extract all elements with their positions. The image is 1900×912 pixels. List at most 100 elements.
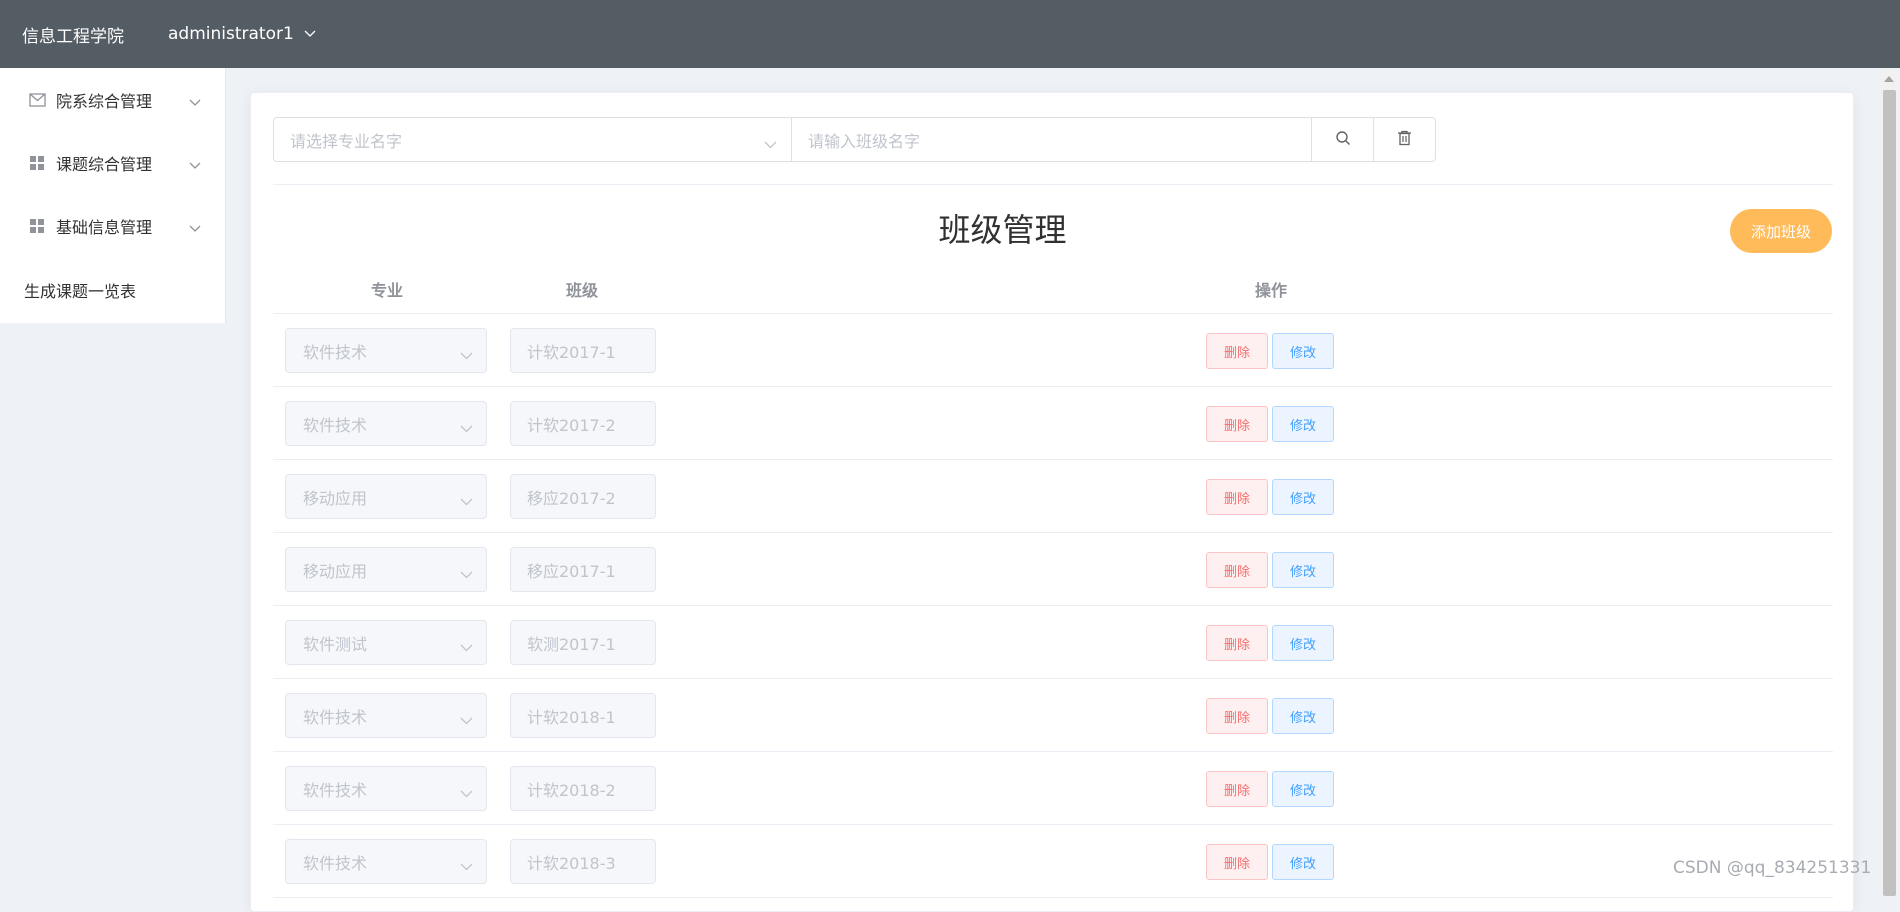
chevron-down-icon bbox=[189, 92, 201, 111]
major-value: 软件技术 bbox=[303, 415, 368, 435]
class-value: 计软2018-1 bbox=[527, 707, 616, 727]
brand-title: 信息工程学院 bbox=[22, 26, 124, 47]
class-input[interactable]: 移应2017-1 bbox=[510, 547, 656, 592]
clear-button[interactable] bbox=[1374, 117, 1436, 162]
edit-button[interactable]: 修改 bbox=[1272, 698, 1334, 734]
delete-button[interactable]: 删除 bbox=[1206, 406, 1268, 442]
column-header-major: 专业 bbox=[371, 280, 404, 300]
add-class-button[interactable]: 添加班级 bbox=[1730, 209, 1832, 253]
class-value: 计软2018-2 bbox=[527, 780, 616, 800]
sidebar-item-label: 课题综合管理 bbox=[56, 154, 153, 174]
chevron-down-icon bbox=[460, 710, 473, 729]
watermark: CSDN @qq_834251331 bbox=[1673, 858, 1872, 878]
edit-button[interactable]: 修改 bbox=[1272, 771, 1334, 807]
class-input[interactable]: 移应2017-2 bbox=[510, 474, 656, 519]
scroll-up-arrow-icon[interactable] bbox=[1884, 76, 1894, 82]
table-row: 软件技术 计软2017-2 删除 修改 bbox=[273, 387, 1833, 460]
sidebar-item-label: 基础信息管理 bbox=[56, 217, 153, 237]
major-select-placeholder: 请选择专业名字 bbox=[290, 131, 403, 151]
major-select[interactable]: 软件技术 bbox=[285, 401, 487, 446]
sidebar-item-basic-info[interactable]: 基础信息管理 bbox=[0, 194, 225, 257]
sidebar-item-topic-list[interactable]: 生成课题一览表 bbox=[0, 257, 225, 323]
major-select[interactable]: 软件技术 bbox=[285, 766, 487, 811]
delete-button[interactable]: 删除 bbox=[1206, 698, 1268, 734]
chevron-down-icon bbox=[764, 134, 777, 153]
page-title: 班级管理 bbox=[938, 211, 1067, 249]
scrollbar-thumb[interactable] bbox=[1883, 90, 1896, 896]
chevron-down-icon bbox=[304, 30, 316, 38]
major-value: 软件技术 bbox=[303, 780, 368, 800]
grid-icon bbox=[28, 217, 46, 235]
edit-button[interactable]: 修改 bbox=[1272, 406, 1334, 442]
top-header: 信息工程学院 administrator1 bbox=[0, 0, 1900, 68]
search-button[interactable] bbox=[1312, 117, 1374, 162]
delete-button[interactable]: 删除 bbox=[1206, 333, 1268, 369]
delete-button[interactable]: 删除 bbox=[1206, 552, 1268, 588]
table-header: 专业 班级 操作 bbox=[273, 263, 1833, 314]
user-name: administrator1 bbox=[168, 24, 294, 44]
table-row: 软件测试 软测2017-1 删除 修改 bbox=[273, 606, 1833, 679]
major-value: 移动应用 bbox=[303, 561, 368, 581]
chevron-down-icon bbox=[460, 637, 473, 656]
class-value: 软测2017-1 bbox=[527, 634, 616, 654]
class-value: 移应2017-1 bbox=[527, 561, 616, 581]
edit-button[interactable]: 修改 bbox=[1272, 479, 1334, 515]
edit-button[interactable]: 修改 bbox=[1272, 333, 1334, 369]
delete-button[interactable]: 删除 bbox=[1206, 844, 1268, 880]
table-row: 软件技术 计软2018-3 删除 修改 bbox=[273, 825, 1833, 898]
trash-icon bbox=[1397, 130, 1412, 150]
major-select[interactable]: 软件测试 bbox=[285, 620, 487, 665]
major-value: 软件技术 bbox=[303, 707, 368, 727]
table-row: 移动应用 移应2017-2 删除 修改 bbox=[273, 460, 1833, 533]
class-input[interactable]: 计软2018-2 bbox=[510, 766, 656, 811]
class-input[interactable]: 计软2017-1 bbox=[510, 328, 656, 373]
chevron-down-icon bbox=[460, 418, 473, 437]
sidebar-item-label: 院系综合管理 bbox=[56, 91, 153, 111]
sidebar-item-department[interactable]: 院系综合管理 bbox=[0, 68, 225, 131]
sidebar-item-topics[interactable]: 课题综合管理 bbox=[0, 131, 225, 194]
class-value: 计软2018-3 bbox=[527, 853, 616, 873]
major-value: 软件技术 bbox=[303, 342, 368, 362]
class-input[interactable]: 计软2018-1 bbox=[510, 693, 656, 738]
table-row: 软件技术 计软2017-1 删除 修改 bbox=[273, 314, 1833, 387]
class-name-placeholder: 请输入班级名字 bbox=[808, 131, 921, 151]
sidebar-item-label: 生成课题一览表 bbox=[24, 282, 137, 301]
table-row: 软件技术 计软2018-1 删除 修改 bbox=[273, 679, 1833, 752]
delete-button[interactable]: 删除 bbox=[1206, 771, 1268, 807]
major-select[interactable]: 软件技术 bbox=[285, 328, 487, 373]
message-icon bbox=[28, 91, 46, 109]
major-select[interactable]: 请选择专业名字 bbox=[273, 117, 792, 162]
edit-button[interactable]: 修改 bbox=[1272, 625, 1334, 661]
chevron-down-icon bbox=[460, 491, 473, 510]
column-header-actions: 操作 bbox=[1255, 280, 1288, 300]
edit-button[interactable]: 修改 bbox=[1272, 844, 1334, 880]
class-name-input[interactable]: 请输入班级名字 bbox=[792, 117, 1312, 162]
major-select[interactable]: 移动应用 bbox=[285, 547, 487, 592]
edit-button[interactable]: 修改 bbox=[1272, 552, 1334, 588]
table-row: 移动应用 移应2017-1 删除 修改 bbox=[273, 533, 1833, 606]
major-value: 软件测试 bbox=[303, 634, 368, 654]
class-input[interactable]: 计软2017-2 bbox=[510, 401, 656, 446]
class-input[interactable]: 软测2017-1 bbox=[510, 620, 656, 665]
chevron-down-icon bbox=[460, 856, 473, 875]
major-select[interactable]: 移动应用 bbox=[285, 474, 487, 519]
class-value: 计软2017-1 bbox=[527, 342, 616, 362]
class-input[interactable]: 计软2018-3 bbox=[510, 839, 656, 884]
major-select[interactable]: 软件技术 bbox=[285, 839, 487, 884]
chevron-down-icon bbox=[189, 218, 201, 237]
major-value: 移动应用 bbox=[303, 488, 368, 508]
chevron-down-icon bbox=[460, 564, 473, 583]
delete-button[interactable]: 删除 bbox=[1206, 479, 1268, 515]
major-value: 软件技术 bbox=[303, 853, 368, 873]
user-menu[interactable]: administrator1 bbox=[168, 24, 316, 44]
column-header-class: 班级 bbox=[566, 280, 599, 300]
main-card: 请选择专业名字 请输入班级名字 班级管理 添加班级 专业 班级 操作 软件技术 … bbox=[250, 92, 1854, 912]
chevron-down-icon bbox=[460, 345, 473, 364]
chevron-down-icon bbox=[460, 783, 473, 802]
delete-button[interactable]: 删除 bbox=[1206, 625, 1268, 661]
major-select[interactable]: 软件技术 bbox=[285, 693, 487, 738]
sidebar: 院系综合管理 课题综合管理 基础信息管理 生成课题一览表 bbox=[0, 68, 226, 323]
page-scrollbar[interactable] bbox=[1879, 68, 1900, 896]
class-value: 计软2017-2 bbox=[527, 415, 616, 435]
divider bbox=[273, 184, 1833, 185]
